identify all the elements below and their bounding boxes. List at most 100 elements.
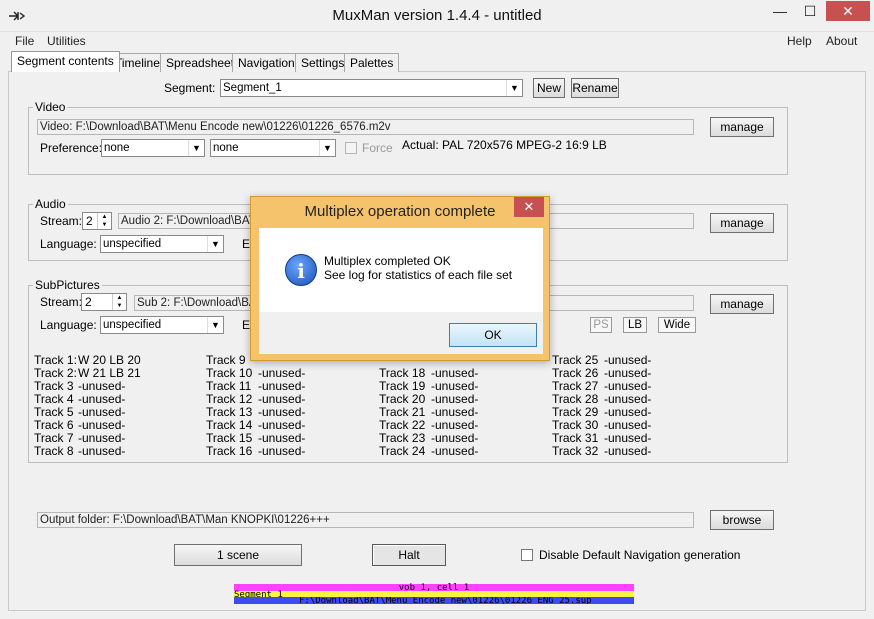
tab-palettes[interactable]: Palettes: [344, 53, 400, 72]
new-segment-button[interactable]: New: [533, 78, 565, 98]
force-checkbox[interactable]: [345, 142, 357, 154]
wide-toggle[interactable]: Wide: [658, 317, 696, 333]
audio-language-value: unspecified: [103, 238, 162, 250]
track-name: Track 30: [552, 418, 599, 432]
menu-about[interactable]: About: [826, 34, 857, 48]
subpictures-language-label: Language:: [40, 318, 97, 332]
rename-segment-button[interactable]: Rename: [571, 78, 619, 98]
segment-select[interactable]: Segment_1 ▼: [220, 79, 523, 97]
subpictures-language-select[interactable]: unspecified ▼: [100, 316, 224, 334]
subpictures-group-label: SubPictures: [33, 278, 102, 292]
track-row: Track 8 -unused-: [34, 445, 204, 458]
track-name: Track 25: [552, 353, 599, 367]
audio-group-label: Audio: [33, 197, 68, 211]
tab-navigation[interactable]: Navigation: [232, 53, 301, 72]
dialog-body: i Multiplex completed OK See log for sta…: [259, 228, 543, 312]
disable-navigation-checkbox[interactable]: [521, 549, 533, 561]
track-row: Track 24 -unused-: [379, 445, 549, 458]
subpictures-stream-stepper[interactable]: 2 ▲ ▼: [81, 293, 127, 311]
maximize-icon[interactable]: ☐: [796, 1, 824, 21]
track-row: Track 16 -unused-: [206, 445, 376, 458]
track-name: Track 3: [34, 379, 74, 393]
menu-file[interactable]: File: [15, 34, 34, 48]
disable-navigation-label: Disable Default Navigation generation: [539, 548, 741, 562]
preference-select-1[interactable]: none ▼: [101, 139, 205, 157]
chevron-down-icon: ▼: [207, 236, 223, 252]
track-name: Track 15: [206, 431, 253, 445]
lb-toggle[interactable]: LB: [623, 317, 647, 333]
track-name: Track 32: [552, 444, 599, 458]
dialog-message-2: See log for statistics of each file set: [324, 268, 513, 282]
subpictures-extra-label: E: [242, 318, 251, 332]
preference-select-2[interactable]: none ▼: [210, 139, 336, 157]
chevron-down-icon: ▼: [188, 140, 204, 156]
track-name: Track 5: [34, 405, 74, 419]
tab-spreadsheet[interactable]: Spreadsheet: [160, 53, 241, 72]
audio-stream-label: Stream:: [40, 214, 83, 228]
menu-utilities[interactable]: Utilities: [47, 34, 86, 48]
audio-manage-button[interactable]: manage: [710, 213, 774, 233]
track-name: Track 9: [206, 353, 246, 367]
track-name: Track 20: [379, 392, 426, 406]
track-status: -unused-: [431, 444, 479, 458]
spin-arrows-icon[interactable]: ▲ ▼: [112, 294, 126, 310]
track-name: Track 6: [34, 418, 74, 432]
track-name: Track 8: [34, 444, 74, 458]
subpictures-stream-value: 2: [85, 295, 92, 309]
track-name: Track 16: [206, 444, 253, 458]
tab-segment-contents[interactable]: Segment contents: [11, 51, 120, 72]
info-icon: i: [285, 254, 317, 286]
track-name: Track 27: [552, 379, 599, 393]
track-name: Track 18: [379, 366, 426, 380]
preference-label: Preference:: [40, 141, 103, 155]
track-row: Track 32 -unused-: [552, 445, 722, 458]
segment-select-value: Segment_1: [223, 82, 282, 94]
halt-button[interactable]: Halt: [372, 544, 446, 566]
scene-button[interactable]: 1 scene: [174, 544, 302, 566]
track-name: Track 29: [552, 405, 599, 419]
preference-value-2: none: [213, 142, 239, 154]
segment-label: Segment:: [164, 81, 216, 95]
window-title: MuxMan version 1.4.4 - untitled: [332, 7, 542, 24]
track-name: Track 22: [379, 418, 426, 432]
track-name: Track 7: [34, 431, 74, 445]
track-name: Track 26: [552, 366, 599, 380]
dialog-message-1: Multiplex completed OK: [324, 254, 451, 268]
track-name: Track 2:: [34, 366, 77, 380]
menu-help[interactable]: Help: [787, 34, 812, 48]
force-label: Force: [362, 141, 393, 155]
audio-stream-stepper[interactable]: 2 ▲ ▼: [82, 212, 112, 230]
track-name: Track 1:: [34, 353, 77, 367]
tab-settings[interactable]: Settings: [295, 53, 351, 72]
browse-button[interactable]: browse: [710, 510, 774, 530]
ps-toggle[interactable]: PS: [590, 317, 612, 333]
menu-bar: [0, 32, 874, 52]
chevron-down-icon: ▼: [506, 80, 522, 96]
track-name: Track 10: [206, 366, 253, 380]
strip-file-line: F:\Download\BAT\Menu Encode new\01226\01…: [234, 597, 634, 604]
track-name: Track 13: [206, 405, 253, 419]
video-manage-button[interactable]: manage: [710, 117, 774, 137]
track-name: Track 21: [379, 405, 426, 419]
track-name: Track 28: [552, 392, 599, 406]
dialog-close-icon[interactable]: ✕: [514, 197, 544, 217]
video-file-field: Video: F:\Download\BAT\Menu Encode new\0…: [37, 119, 694, 135]
strip-cell-line: vob 1, cell 1: [234, 584, 634, 593]
audio-language-select[interactable]: unspecified ▼: [100, 235, 224, 253]
subpictures-manage-button[interactable]: manage: [710, 294, 774, 314]
title-bar: MuxMan version 1.4.4 - untitled — ☐ ✕: [0, 0, 874, 32]
audio-stream-value: 2: [86, 214, 93, 228]
spin-arrows-icon[interactable]: ▲ ▼: [97, 213, 111, 229]
close-window-icon[interactable]: ✕: [826, 1, 870, 21]
subpictures-language-value: unspecified: [103, 319, 162, 331]
output-folder-field: Output folder: F:\Download\BAT\Man KNOPK…: [37, 512, 694, 528]
ok-button[interactable]: OK: [449, 323, 537, 347]
multiplex-complete-dialog: Multiplex operation complete ✕ i Multipl…: [250, 196, 550, 361]
track-status: -unused-: [78, 444, 126, 458]
minimize-icon[interactable]: —: [766, 1, 794, 21]
chevron-down-icon: ▼: [207, 317, 223, 333]
track-status: -unused-: [258, 444, 306, 458]
dialog-footer: OK: [259, 312, 543, 354]
audio-extra-label: E: [242, 237, 251, 251]
track-name: Track 24: [379, 444, 426, 458]
